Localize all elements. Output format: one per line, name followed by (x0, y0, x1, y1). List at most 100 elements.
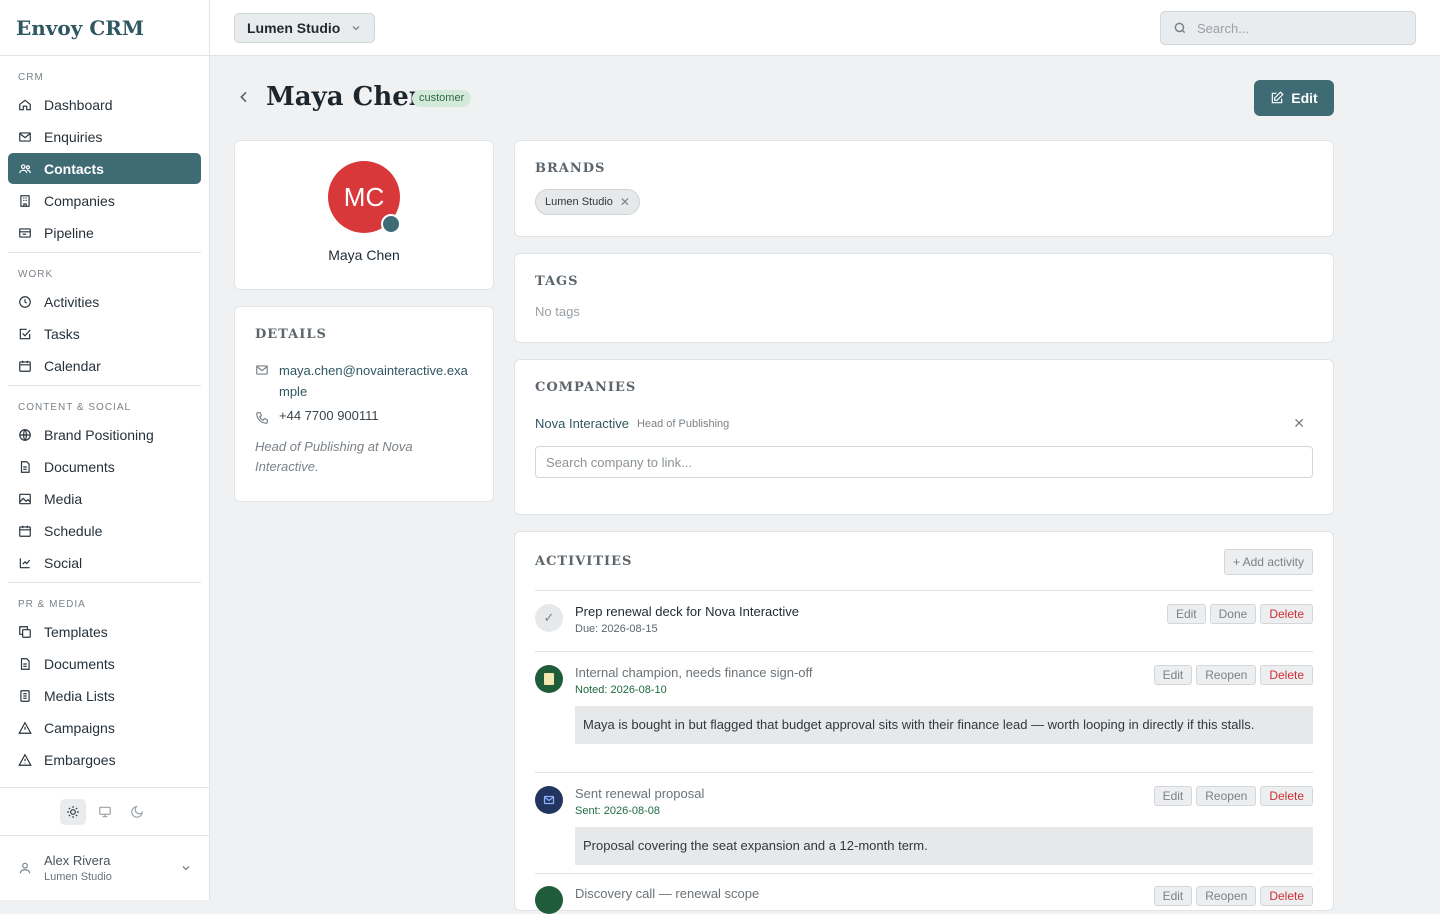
sidebar-item-label: Brand Positioning (44, 426, 154, 443)
monitor-icon[interactable] (92, 799, 118, 825)
sidebar-item-tasks[interactable]: Tasks (8, 318, 201, 349)
sidebar-item-media-lists[interactable]: Media Lists (8, 680, 201, 711)
sidebar-item-dashboard[interactable]: Dashboard (8, 89, 201, 120)
chevron-down-icon (182, 866, 190, 871)
sidebar-item-label: Enquiries (44, 128, 103, 145)
moon-icon[interactable] (124, 799, 150, 825)
edit-button[interactable]: Edit (1254, 80, 1334, 116)
activity-item: Sent renewal proposal Sent: 2026-08-08 P… (535, 786, 1313, 865)
sidebar-item-companies[interactable]: Companies (8, 185, 201, 216)
activity-note: Proposal covering the seat expansion and… (575, 827, 1313, 865)
activity-edit-button[interactable]: Edit (1153, 665, 1193, 685)
profile-card: MC Maya Chen (234, 140, 494, 290)
avatar-edit-icon[interactable] (381, 214, 401, 234)
activity-edit-button[interactable]: Edit (1166, 604, 1206, 624)
note-icon (535, 665, 563, 693)
pipeline-icon (19, 227, 31, 238)
alert-icon (18, 753, 32, 766)
sidebar-item-label: Companies (44, 192, 115, 209)
user-org: Lumen Studio (44, 871, 112, 883)
sidebar-section-label: PR & MEDIA (18, 599, 86, 610)
sidebar-item-label: Social (44, 554, 83, 571)
sidebar-item-brand-positioning[interactable]: Brand Positioning (8, 419, 201, 450)
sidebar-item-documents[interactable]: Documents (8, 648, 201, 679)
user-menu[interactable]: Alex Rivera Lumen Studio (0, 835, 210, 900)
triangle-icon (18, 721, 32, 734)
activity-edit-button[interactable]: Edit (1153, 786, 1193, 806)
close-icon[interactable]: ✕ (1293, 415, 1305, 432)
sidebar-item-label: Dashboard (44, 96, 113, 113)
sidebar-item-templates[interactable]: Templates (8, 616, 201, 647)
mail-icon (535, 786, 563, 814)
sidebar-item-media[interactable]: Media (8, 483, 201, 514)
activity-reopen-button[interactable]: Reopen (1196, 665, 1257, 685)
sidebar-item-contacts[interactable]: Contacts (8, 153, 201, 184)
check-icon[interactable]: ✓ (535, 604, 563, 632)
sidebar-item-enquiries[interactable]: Enquiries (8, 121, 201, 152)
image-icon (19, 493, 31, 504)
sidebar-item-calendar[interactable]: Calendar (8, 350, 201, 381)
sidebar-item-documents[interactable]: Documents (8, 451, 201, 482)
page-title: Maya Chen (266, 82, 428, 112)
activity-done-button[interactable]: Done (1209, 604, 1257, 624)
sidebar-section-label: CRM (18, 72, 44, 83)
activity-reopen-button[interactable]: Reopen (1196, 786, 1257, 806)
phone-icon (256, 412, 268, 424)
search-placeholder: Search... (1197, 20, 1250, 36)
sidebar-section-label: WORK (18, 269, 54, 280)
contact-note: Head of Publishing at Nova Interactive. (255, 439, 413, 474)
sidebar-item-label: Templates (44, 623, 108, 640)
edit-icon (1272, 91, 1284, 104)
activity-edit-button[interactable]: Edit (1153, 886, 1193, 906)
activity-reopen-button[interactable]: Reopen (1196, 886, 1257, 906)
calendar-icon (19, 360, 31, 372)
sidebar-item-campaigns[interactable]: Campaigns (8, 712, 201, 743)
close-icon[interactable]: ✕ (620, 195, 630, 209)
activity-delete-button[interactable]: Delete (1260, 786, 1313, 806)
app-logo: Envoy CRM (0, 0, 209, 56)
sidebar-item-label: Pipeline (44, 224, 94, 241)
company-search-placeholder: Search company to link... (546, 454, 692, 470)
activities-title: ACTIVITIES (535, 554, 633, 569)
activity-delete-button[interactable]: Delete (1260, 665, 1313, 685)
user-name: Alex Rivera (44, 853, 111, 868)
chart-icon (19, 557, 31, 568)
activity-delete-button[interactable]: Delete (1260, 886, 1313, 906)
sidebar-item-schedule[interactable]: Schedule (8, 515, 201, 546)
brand-chip-label: Lumen Studio (545, 196, 613, 208)
phone-number[interactable]: +44 7700 900111 (279, 408, 379, 425)
sidebar-item-social[interactable]: Social (8, 547, 201, 578)
add-activity-button[interactable]: + Add activity (1223, 549, 1313, 575)
topbar: Lumen Studio Search... (210, 0, 1440, 56)
brand-chip: Lumen Studio ✕ (535, 189, 640, 215)
sidebar-item-label: Media (44, 490, 83, 507)
sidebar-item-activities[interactable]: Activities (8, 286, 201, 317)
company-role: Head of Publishing (636, 417, 730, 430)
copy-icon (19, 625, 31, 638)
tags-title: TAGS (535, 274, 579, 289)
sun-icon[interactable] (60, 798, 86, 825)
list-icon (20, 689, 30, 702)
user-icon (19, 862, 31, 874)
sidebar: Envoy CRM CRM Dashboard Enquiries Contacts C… (0, 0, 210, 900)
sidebar-item-label: Embargoes (44, 751, 116, 768)
activity-item: Discovery call — renewal scope Edit Reop… (535, 886, 1313, 914)
search-input[interactable]: Search... (1160, 11, 1416, 45)
sidebar-item-embargoes[interactable]: Embargoes (8, 744, 201, 775)
back-arrow-icon[interactable] (236, 89, 252, 105)
sidebar-item-pipeline[interactable]: Pipeline (8, 217, 201, 248)
company-search-input[interactable]: Search company to link... (535, 446, 1313, 478)
document-icon (20, 460, 30, 473)
brand-selector[interactable]: Lumen Studio (234, 13, 376, 43)
company-link[interactable]: Nova Interactive (535, 416, 629, 431)
company-row: Nova Interactive Head of Publishing ✕ (535, 415, 1313, 432)
clock-icon (19, 295, 31, 308)
activity-delete-button[interactable]: Delete (1260, 604, 1313, 624)
email-link[interactable]: maya.chen@novainteractive.example (279, 360, 473, 402)
calendar-icon (19, 525, 31, 537)
document-icon (20, 657, 30, 670)
companies-card: COMPANIES Nova Interactive Head of Publi… (514, 359, 1334, 515)
activity-meta: Noted: 2026-08-10 (575, 684, 667, 696)
globe-icon (19, 428, 31, 441)
sidebar-item-label: Contacts (44, 160, 104, 177)
